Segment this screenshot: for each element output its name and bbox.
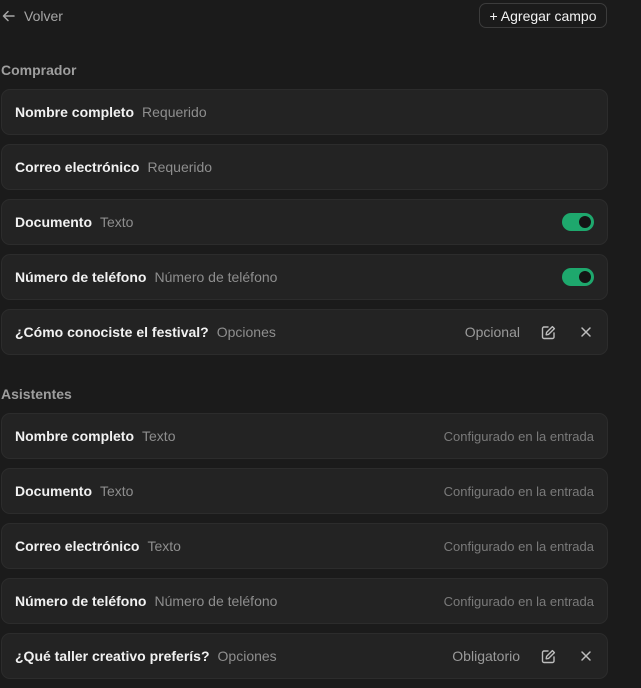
field-row: Nombre completo Texto Configurado en la … xyxy=(1,413,608,459)
field-type: Texto xyxy=(147,538,181,554)
field-toggle[interactable] xyxy=(562,268,594,286)
field-name: Número de teléfono xyxy=(15,269,147,285)
field-type: Opciones xyxy=(217,648,277,664)
field-status: Opcional xyxy=(464,324,520,340)
field-status: Obligatorio xyxy=(452,648,520,664)
field-name: Nombre completo xyxy=(15,104,135,120)
field-row: Documento Texto xyxy=(1,199,608,245)
field-row: Correo electrónico Requerido xyxy=(1,144,608,190)
field-row: Documento Texto Configurado en la entrad… xyxy=(1,468,608,514)
field-name: Número de teléfono xyxy=(15,593,147,609)
field-row: Número de teléfono Número de teléfono xyxy=(1,254,608,300)
field-row: Número de teléfono Número de teléfono Co… xyxy=(1,578,608,624)
field-name: ¿Qué taller creativo preferís? xyxy=(15,648,210,664)
field-type: Requerido xyxy=(147,159,213,175)
back-link[interactable]: Volver xyxy=(2,6,63,26)
edit-icon[interactable] xyxy=(538,322,558,342)
section-title-attendees: Asistentes xyxy=(1,386,72,402)
section-title-buyer: Comprador xyxy=(1,62,77,78)
form-fields-page: Volver + Agregar campo Comprador Nombre … xyxy=(0,0,641,688)
field-status: Configurado en la entrada xyxy=(443,428,594,444)
field-type: Requerido xyxy=(142,104,207,120)
field-status: Configurado en la entrada xyxy=(443,483,594,499)
field-row: Nombre completo Requerido xyxy=(1,89,608,135)
field-row: ¿Qué taller creativo preferís? Opciones … xyxy=(1,633,608,679)
toggle-knob xyxy=(579,216,591,228)
field-name: Correo electrónico xyxy=(15,538,140,554)
field-name: Documento xyxy=(15,214,92,230)
arrow-left-icon xyxy=(2,10,15,22)
close-icon[interactable] xyxy=(576,322,596,342)
back-link-label: Volver xyxy=(24,8,63,24)
field-row: ¿Cómo conociste el festival? Opciones Op… xyxy=(1,309,608,355)
top-bar: Volver + Agregar campo xyxy=(0,0,641,34)
field-type: Opciones xyxy=(216,324,276,340)
field-row: Correo electrónico Texto Configurado en … xyxy=(1,523,608,569)
field-name: Documento xyxy=(15,483,92,499)
add-field-button[interactable]: + Agregar campo xyxy=(479,3,607,28)
close-icon[interactable] xyxy=(576,646,596,666)
field-type: Número de teléfono xyxy=(154,593,278,609)
field-name: ¿Cómo conociste el festival? xyxy=(15,324,209,340)
field-type: Texto xyxy=(100,483,134,499)
field-toggle[interactable] xyxy=(562,213,594,231)
field-type: Número de teléfono xyxy=(154,269,278,285)
field-type: Texto xyxy=(142,428,176,444)
toggle-knob xyxy=(579,271,591,283)
field-name: Correo electrónico xyxy=(15,159,140,175)
field-status: Configurado en la entrada xyxy=(443,593,594,609)
field-name: Nombre completo xyxy=(15,428,135,444)
field-type: Texto xyxy=(100,214,134,230)
field-status: Configurado en la entrada xyxy=(443,538,594,554)
edit-icon[interactable] xyxy=(538,646,558,666)
